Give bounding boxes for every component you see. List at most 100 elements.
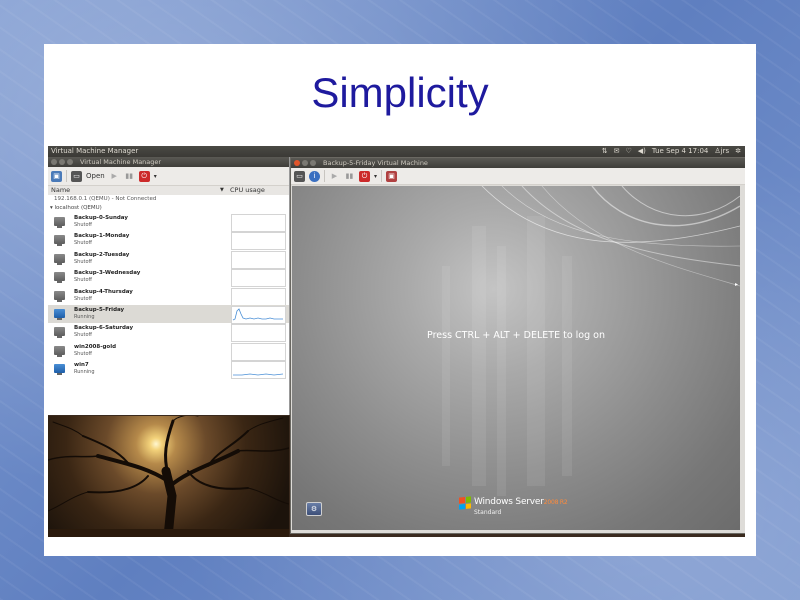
vm-row[interactable]: Backup-3-Wednesday Shutoff <box>48 268 289 288</box>
vm-row[interactable]: win7 Running <box>48 360 289 380</box>
sort-arrow-icon[interactable]: ▼ <box>220 186 224 195</box>
clock[interactable]: Tue Sep 4 17:04 <box>652 146 708 157</box>
monitor-icon[interactable]: ▭ <box>294 170 305 182</box>
cpu-sparkline <box>233 373 284 376</box>
windows-flag-icon <box>459 496 471 510</box>
vm-status: Shutoff <box>74 332 92 339</box>
vm-monitor-icon <box>54 272 65 284</box>
dropdown-icon[interactable]: ▾ <box>154 173 157 180</box>
vm-list: 192.168.0.1 (QEMU) - Not Connected ▾ loc… <box>48 195 289 415</box>
vm-status: Running <box>74 369 95 376</box>
cpu-usage-graph <box>231 287 286 306</box>
column-cpu[interactable]: CPU usage <box>230 186 265 195</box>
play-icon[interactable]: ▶ <box>329 171 340 182</box>
vm-monitor-icon <box>54 217 65 228</box>
info-icon[interactable]: i <box>309 170 320 182</box>
vm-name: Backup-2-Tuesday <box>74 251 130 258</box>
power-icon[interactable]: ⏻ <box>138 170 150 182</box>
vm-name: Backup-3-Wednesday <box>74 270 141 277</box>
close-button[interactable] <box>294 160 300 166</box>
vm-status: Running <box>74 313 95 320</box>
vmm-titlebar[interactable]: Virtual Machine Manager <box>48 157 289 167</box>
cpu-sparkline <box>232 308 283 321</box>
slide-title: Simplicity <box>311 69 489 116</box>
connection-row[interactable]: 192.168.0.1 (QEMU) - Not Connected <box>48 195 289 204</box>
close-button[interactable] <box>51 159 57 165</box>
fullscreen-icon[interactable]: ▣ <box>386 170 398 182</box>
pause-icon[interactable]: ▮▮ <box>124 171 135 182</box>
vm-titlebar[interactable]: Backup-5-Friday Virtual Machine <box>291 158 745 168</box>
windows-brand: Windows Server2008 R2 <box>474 497 568 507</box>
scroll-right-icon[interactable]: ▸ <box>735 281 738 288</box>
vm-monitor-icon <box>54 290 65 302</box>
power-icon[interactable]: ⏻ <box>359 170 370 182</box>
maximize-button[interactable] <box>67 159 73 165</box>
cpu-usage-graph <box>231 342 286 361</box>
windows-server-logo: Windows Server2008 R2 Standard <box>459 496 589 522</box>
play-icon[interactable]: ▶ <box>109 171 120 182</box>
gear-icon[interactable]: ✲ <box>735 146 741 157</box>
tree-silhouette <box>48 416 289 537</box>
vmm-window: Virtual Machine Manager ▣ ▭ Open ▶ ▮▮ ⏻ … <box>48 157 290 415</box>
vm-name: Backup-0-Sunday <box>74 215 128 221</box>
cpu-usage-graph <box>231 250 286 269</box>
vm-monitor-icon <box>54 235 65 247</box>
vm-row[interactable]: Backup-0-Sunday Shutoff <box>48 213 289 232</box>
vm-monitor-icon <box>54 364 65 376</box>
host-row[interactable]: ▾ localhost (QEMU) <box>48 204 289 213</box>
brand-edition: Standard <box>474 509 502 516</box>
vm-toolbar: ▭ i ▶ ▮▮ ⏻ ▾ ▣ <box>291 168 745 185</box>
brand-version: 2008 R2 <box>543 499 568 506</box>
stats-icon[interactable]: ▮▮ <box>344 171 355 182</box>
guest-display[interactable]: Press CTRL + ALT + DELETE to log on ⚙ Wi… <box>292 186 740 530</box>
vm-status: Shutoff <box>74 277 92 284</box>
dropdown-icon[interactable]: ▾ <box>374 173 377 180</box>
vm-row[interactable]: Backup-2-Tuesday Shutoff <box>48 250 289 269</box>
logon-prompt: Press CTRL + ALT + DELETE to log on <box>427 330 605 341</box>
accessibility-icon[interactable]: ⚙ <box>306 502 322 516</box>
cpu-usage-graph <box>231 361 286 380</box>
monitor-icon[interactable]: ▭ <box>71 170 82 182</box>
vm-status: Shutoff <box>74 295 92 302</box>
user-indicator[interactable]: ♙ jrs <box>714 146 729 157</box>
minimize-button[interactable] <box>59 159 65 165</box>
desktop-screenshot: Virtual Machine Manager ⇅ ✉ ♡ ◀) Tue Sep… <box>48 146 745 537</box>
vm-monitor-icon <box>54 308 65 320</box>
brand-name: Windows Server <box>474 497 544 507</box>
cpu-usage-graph <box>231 269 286 288</box>
vm-row[interactable]: Backup-4-Thursday Shutoff <box>48 287 289 306</box>
user-name: jrs <box>720 147 730 155</box>
volume-icon[interactable]: ◀) <box>638 146 646 157</box>
minimize-button[interactable] <box>302 160 308 166</box>
vm-name: Backup-1-Monday <box>74 233 130 240</box>
vm-row[interactable]: Backup-1-Monday Shutoff <box>48 231 289 251</box>
vm-monitor-icon <box>54 345 65 357</box>
vm-status: Shutoff <box>74 240 92 247</box>
panel-app-title: Virtual Machine Manager <box>51 147 139 155</box>
cpu-usage-graph <box>231 324 286 343</box>
network-icon[interactable]: ⇅ <box>602 146 608 157</box>
cpu-usage-graph <box>231 214 286 232</box>
cpu-usage-graph <box>231 305 286 324</box>
desktop-wallpaper <box>48 416 289 537</box>
system-panel: Virtual Machine Manager ⇅ ✉ ♡ ◀) Tue Sep… <box>48 146 745 157</box>
vm-status: Shutoff <box>74 350 92 357</box>
vmm-window-title: Virtual Machine Manager <box>80 158 162 166</box>
vm-status: Shutoff <box>74 222 92 228</box>
vm-console-window: Backup-5-Friday Virtual Machine ▭ i ▶ ▮▮… <box>290 157 745 534</box>
vm-name: win7 <box>74 362 89 369</box>
host-label: localhost (QEMU) <box>54 205 102 211</box>
new-vm-icon[interactable]: ▣ <box>51 170 62 182</box>
vmm-toolbar: ▣ ▭ Open ▶ ▮▮ ⏻ ▾ <box>48 167 289 186</box>
vm-window-title: Backup-5-Friday Virtual Machine <box>323 159 428 167</box>
vm-row[interactable]: Backup-5-Friday Running <box>48 304 289 324</box>
column-name[interactable]: Name <box>51 186 70 195</box>
heart-icon[interactable]: ♡ <box>626 146 632 157</box>
guest-wallpaper-rays <box>442 186 740 496</box>
vm-row[interactable]: Backup-6-Saturday Shutoff <box>48 323 289 343</box>
vm-row[interactable]: win2008-gold Shutoff <box>48 342 289 361</box>
toolbar-separator <box>381 170 383 182</box>
mail-icon[interactable]: ✉ <box>614 146 620 157</box>
maximize-button[interactable] <box>310 160 316 166</box>
open-button-label[interactable]: Open <box>86 172 105 180</box>
